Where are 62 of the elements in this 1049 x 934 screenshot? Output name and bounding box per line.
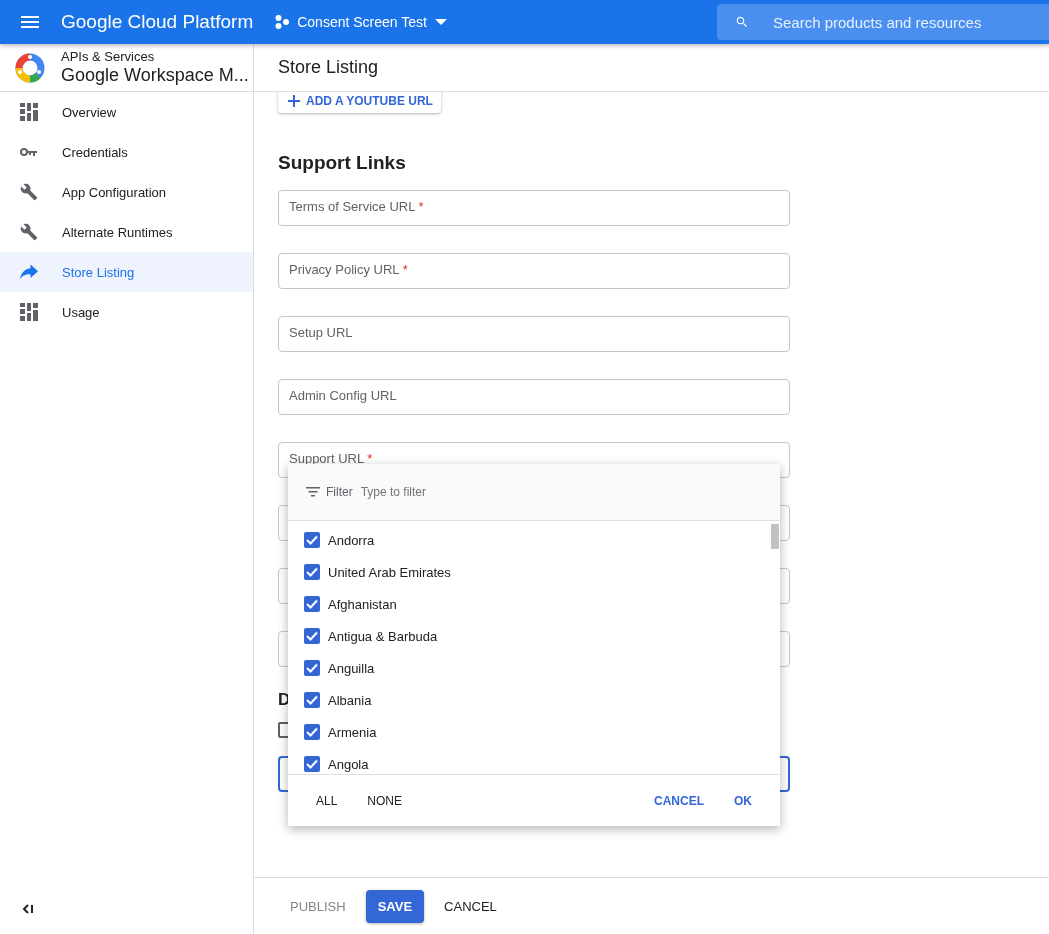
dialog-button[interactable]: CANCEL	[642, 787, 716, 814]
nav-item[interactable]: Credentials	[0, 132, 253, 172]
country-option[interactable]: Anguilla	[288, 652, 780, 684]
field-label: Support URL *	[289, 451, 373, 466]
project-dots-icon	[275, 15, 290, 29]
collapse-icon	[22, 903, 34, 914]
dashboard-icon	[20, 303, 38, 321]
dropdown-caret-icon	[434, 19, 447, 25]
url-input-field[interactable]: Privacy Policy URL *	[278, 253, 790, 289]
menu-icon	[21, 16, 39, 28]
wrench-icon	[20, 223, 38, 241]
section-label: APIs & Services	[61, 49, 156, 64]
checkbox[interactable]	[304, 692, 320, 708]
dashboard-icon	[20, 103, 38, 121]
url-input-field[interactable]: Admin Config URL	[278, 379, 790, 415]
brand-title: Google Cloud Platform	[61, 11, 254, 33]
search-bar[interactable]: Search products and resources	[717, 4, 1049, 40]
country-option[interactable]: United Arab Emirates	[288, 556, 780, 588]
footer-button[interactable]: CANCEL	[432, 889, 509, 923]
filter-input[interactable]: Type to filter	[358, 484, 780, 500]
filter-icon	[306, 487, 320, 497]
checkbox[interactable]	[304, 756, 320, 772]
dialog-button[interactable]: OK	[722, 787, 764, 814]
scrollbar-thumb[interactable]	[771, 524, 779, 549]
search-icon	[735, 15, 749, 29]
country-option[interactable]: Andorra	[288, 524, 780, 556]
nav-item[interactable]: Alternate Runtimes	[0, 212, 253, 252]
field-label: Setup URL	[289, 325, 353, 340]
nav-item[interactable]: Usage	[0, 292, 253, 332]
wrench-icon	[20, 183, 38, 201]
field-label: Admin Config URL	[289, 388, 397, 403]
api-logo-icon	[15, 52, 45, 83]
country-option[interactable]: Armenia	[288, 716, 780, 748]
plus-icon	[288, 94, 300, 107]
search-field[interactable]: Search products and resources	[771, 12, 1049, 32]
checkbox[interactable]	[304, 532, 320, 548]
forward-arrow-icon	[20, 264, 38, 280]
add-youtube-url-button[interactable]: ADD A YOUTUBE URL	[278, 92, 441, 113]
country-option[interactable]: Antigua & Barbuda	[288, 620, 780, 652]
select-button[interactable]: NONE	[355, 787, 415, 814]
checkbox[interactable]	[304, 628, 320, 644]
checkbox[interactable]	[304, 564, 320, 580]
nav-item[interactable]: App Configuration	[0, 172, 253, 212]
nav-item[interactable]: Store Listing	[0, 252, 253, 292]
section-heading: Support Links	[278, 151, 407, 175]
select-button[interactable]: ALL	[304, 787, 350, 814]
nav-item[interactable]: Overview	[0, 92, 253, 132]
project-selector[interactable]: Consent Screen Test	[275, 14, 447, 30]
filter-label: Filter	[326, 485, 353, 499]
footer-button[interactable]: SAVE	[365, 889, 425, 923]
country-option[interactable]: Albania	[288, 684, 780, 716]
checkbox[interactable]	[304, 596, 320, 612]
url-input-field[interactable]: Terms of Service URL *	[278, 190, 790, 226]
checkbox[interactable]	[304, 660, 320, 676]
country-option[interactable]: Angola	[288, 748, 780, 774]
url-input-field[interactable]: Setup URL	[278, 316, 790, 352]
field-label: Privacy Policy URL *	[289, 262, 408, 277]
field-label: Terms of Service URL *	[289, 199, 424, 214]
app-name: Google Workspace M...	[61, 64, 249, 86]
checkbox[interactable]	[304, 724, 320, 740]
key-icon	[20, 147, 38, 157]
country-option[interactable]: Afghanistan	[288, 588, 780, 620]
